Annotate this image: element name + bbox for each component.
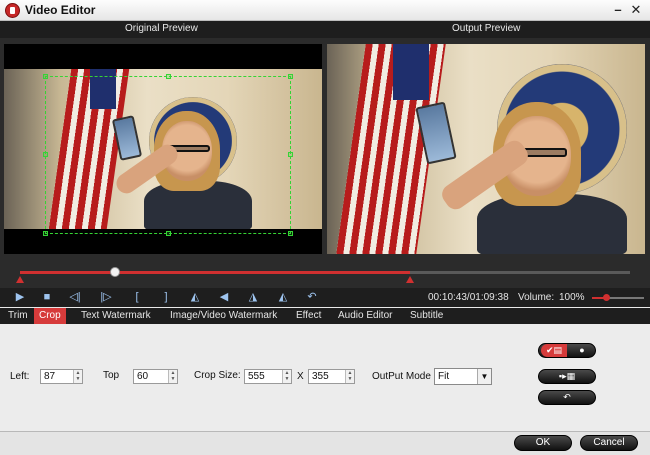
- crop-width-value: 555: [248, 371, 265, 382]
- output-mode-select[interactable]: Fit ▼: [434, 368, 492, 385]
- tab-subtitle[interactable]: Subtitle: [405, 308, 448, 324]
- output-mode-label: OutPut Mode: [372, 371, 431, 382]
- flip-horizontal-icon[interactable]: ◭: [187, 290, 203, 305]
- crop-handle-bottom-right[interactable]: [288, 231, 293, 236]
- prev-frame-icon[interactable]: ◁|: [67, 290, 83, 305]
- tab-image-video-watermark[interactable]: Image/Video Watermark: [165, 308, 282, 324]
- tab-trim[interactable]: Trim: [3, 308, 33, 324]
- undo-icon[interactable]: ↶: [304, 290, 320, 305]
- crop-handle-left[interactable]: [43, 152, 48, 157]
- editor-tabs: Trim Crop Text Watermark Image/Video Wat…: [0, 308, 650, 324]
- chevron-down-icon[interactable]: ▼: [477, 369, 491, 384]
- left-value: 87: [44, 371, 56, 382]
- flag-canton: [393, 44, 429, 100]
- cancel-button[interactable]: Cancel: [580, 435, 638, 451]
- crop-size-separator: X: [297, 371, 304, 382]
- crop-panel: Left: 87 ▲ ▼ Top 60 ▲ ▼ Crop Size: 555 ▲ ▼ …: [0, 324, 650, 432]
- output-preview-label: Output Preview: [452, 23, 521, 34]
- fit-view-button[interactable]: ▪▸▦: [538, 369, 596, 384]
- timeline-selected-range: [20, 271, 410, 274]
- app-logo-icon: [5, 3, 20, 18]
- crop-handle-right[interactable]: [288, 152, 293, 157]
- crop-size-label: Crop Size:: [194, 370, 241, 381]
- check-list-icon[interactable]: ✔▤: [541, 344, 567, 357]
- tab-text-watermark[interactable]: Text Watermark: [76, 308, 156, 324]
- end-marker-icon[interactable]: [406, 276, 414, 283]
- crop-width-stepper-icon[interactable]: ▲ ▼: [282, 370, 291, 383]
- preview-area: [0, 38, 650, 260]
- output-preview-pane: [327, 44, 645, 254]
- crop-handle-top-left[interactable]: [43, 74, 48, 79]
- close-button[interactable]: ✕: [628, 2, 644, 18]
- volume-label: Volume:: [518, 292, 555, 303]
- volume-slider-knob[interactable]: [603, 294, 610, 301]
- ok-button[interactable]: OK: [514, 435, 572, 451]
- rotate-left-icon[interactable]: ◮: [245, 290, 261, 305]
- top-value: 60: [137, 371, 149, 382]
- original-preview-label: Original Preview: [125, 23, 198, 34]
- crop-height-stepper-icon[interactable]: ▲ ▼: [345, 370, 354, 383]
- start-marker-icon[interactable]: [16, 276, 24, 283]
- left-label: Left:: [10, 371, 30, 382]
- preview-header: Original Preview Output Preview: [0, 21, 650, 38]
- crop-height-value: 355: [312, 371, 329, 382]
- mark-in-icon[interactable]: [: [129, 290, 145, 305]
- crop-handle-top[interactable]: [166, 74, 171, 79]
- tab-audio-editor[interactable]: Audio Editor: [333, 308, 397, 324]
- left-stepper-icon[interactable]: ▲ ▼: [73, 370, 82, 383]
- original-preview-pane: [4, 44, 322, 254]
- next-frame-icon[interactable]: |▷: [98, 290, 114, 305]
- crop-rectangle[interactable]: [43, 74, 293, 236]
- dialog-footer: OK Cancel: [0, 432, 650, 455]
- tab-effect[interactable]: Effect: [291, 308, 326, 324]
- mark-out-icon[interactable]: ]: [158, 290, 174, 305]
- rotate-right-icon[interactable]: ◭: [275, 290, 291, 305]
- crop-handle-bottom-left[interactable]: [43, 231, 48, 236]
- user-icon[interactable]: ●: [569, 344, 595, 357]
- timeline-playhead[interactable]: [109, 267, 120, 277]
- grid-arrows-icon: ▪▸▦: [558, 371, 576, 381]
- crop-handle-top-right[interactable]: [288, 74, 293, 79]
- top-label: Top: [103, 370, 120, 381]
- flip-vertical-icon[interactable]: ◀: [216, 290, 232, 305]
- output-video-frame: [327, 44, 645, 254]
- play-icon[interactable]: ▶: [12, 290, 28, 305]
- crop-handle-bottom[interactable]: [166, 231, 171, 236]
- tab-crop[interactable]: Crop: [34, 308, 66, 324]
- time-display: 00:10:43/01:09:38: [428, 292, 509, 303]
- top-stepper-icon[interactable]: ▲ ▼: [168, 370, 177, 383]
- timeline: [0, 260, 650, 288]
- reset-button[interactable]: ↶: [538, 390, 596, 405]
- crop-width-input[interactable]: 555 ▲ ▼: [244, 369, 292, 384]
- output-mode-value: Fit: [438, 371, 450, 382]
- window-title: Video Editor: [25, 3, 96, 17]
- reset-arrow-icon: ↶: [563, 392, 571, 402]
- minimize-button[interactable]: –: [610, 2, 626, 18]
- left-input[interactable]: 87 ▲ ▼: [40, 369, 83, 384]
- aspect-toggle[interactable]: ✔▤ ●: [538, 343, 596, 358]
- crop-height-input[interactable]: 355 ▲ ▼: [308, 369, 355, 384]
- volume-value: 100%: [559, 292, 585, 303]
- playback-controls: ▶ ■ ◁| |▷ [ ] ◭ ◀ ◮ ◭ ↶ 00:10:43/01:09:3…: [0, 288, 650, 307]
- stop-icon[interactable]: ■: [39, 290, 55, 305]
- title-bar: Video Editor – ✕: [0, 0, 650, 21]
- top-input[interactable]: 60 ▲ ▼: [133, 369, 178, 384]
